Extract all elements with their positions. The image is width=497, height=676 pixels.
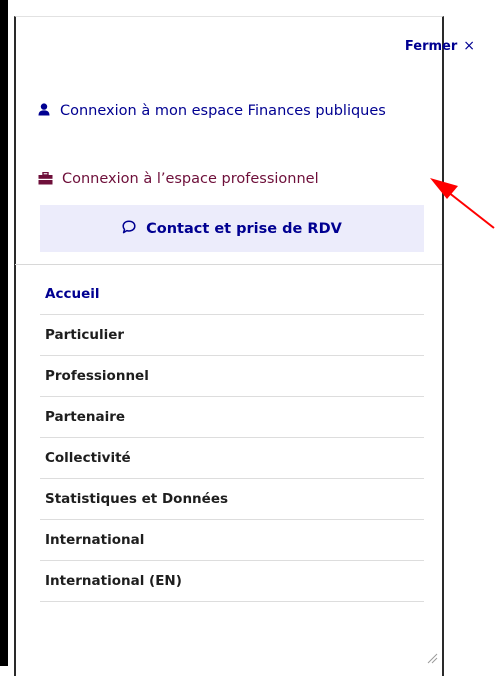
close-label: Fermer — [404, 38, 458, 54]
close-icon: × — [463, 38, 475, 54]
nav-item-accueil[interactable]: Accueil — [40, 274, 424, 315]
nav-item-professionnel[interactable]: Professionnel — [40, 356, 424, 397]
nav-item-label: International (EN) — [45, 573, 182, 589]
nav-item-label: Professionnel — [45, 368, 149, 384]
pro-login-label: Connexion à l’espace professionnel — [62, 171, 319, 187]
chat-bubble-icon — [122, 219, 136, 238]
finances-login-label: Connexion à mon espace Finances publique… — [60, 103, 386, 119]
resize-grip-icon[interactable] — [424, 650, 438, 664]
user-icon — [38, 101, 52, 123]
nav-item-label: Collectivité — [45, 450, 131, 466]
main-nav-list: Accueil Particulier Professionnel Parten… — [40, 274, 424, 602]
nav-item-label: International — [45, 532, 145, 548]
contact-rdv-button[interactable]: Contact et prise de RDV — [40, 205, 424, 252]
screenshot-frame: Fermer × Connexion à mon espace Finances… — [0, 0, 497, 676]
nav-item-international-en[interactable]: International (EN) — [40, 561, 424, 602]
nav-item-international[interactable]: International — [40, 520, 424, 561]
nav-item-label: Statistiques et Données — [45, 491, 229, 507]
nav-item-collectivite[interactable]: Collectivité — [40, 438, 424, 479]
nav-item-label: Partenaire — [45, 409, 126, 425]
section-divider — [15, 264, 442, 265]
nav-item-label: Accueil — [45, 286, 100, 302]
nav-item-particulier[interactable]: Particulier — [40, 315, 424, 356]
pro-login-link[interactable]: Connexion à l’espace professionnel — [38, 168, 319, 192]
nav-item-partenaire[interactable]: Partenaire — [40, 397, 424, 438]
finances-login-link[interactable]: Connexion à mon espace Finances publique… — [38, 100, 398, 123]
left-edge-border — [0, 0, 8, 666]
contact-label: Contact et prise de RDV — [146, 220, 342, 237]
briefcase-icon — [38, 170, 54, 192]
nav-item-statistiques[interactable]: Statistiques et Données — [40, 479, 424, 520]
close-menu-button[interactable]: Fermer × — [405, 38, 475, 54]
nav-item-label: Particulier — [45, 327, 125, 343]
